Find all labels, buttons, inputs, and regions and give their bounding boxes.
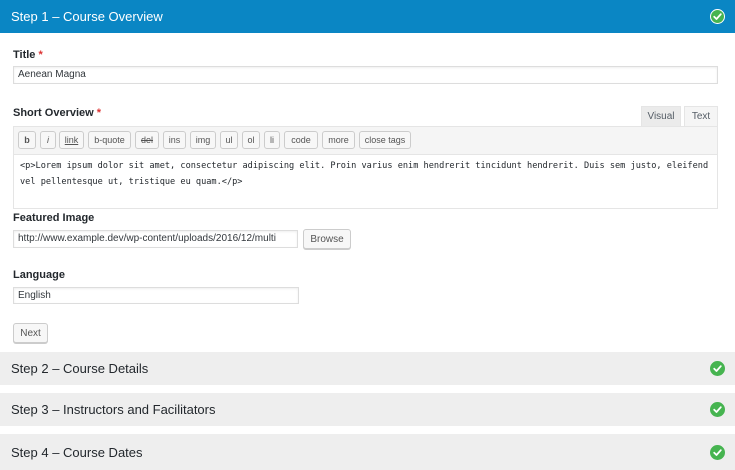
- step-1-header[interactable]: Step 1 – Course Overview: [0, 0, 735, 33]
- qt-ul-button[interactable]: ul: [220, 131, 238, 149]
- next-button[interactable]: Next: [13, 323, 48, 343]
- quicktags-toolbar: b i link b-quote del ins img ul ol li co…: [13, 126, 718, 154]
- short-overview-label: Short Overview *: [13, 107, 102, 119]
- short-overview-textarea[interactable]: <p>Lorem ipsum dolor sit amet, consectet…: [13, 154, 718, 209]
- step-1-title: Step 1 – Course Overview: [11, 9, 163, 24]
- step-4-header[interactable]: Step 4 – Course Dates: [0, 434, 735, 470]
- title-input[interactable]: Aenean Magna: [13, 66, 718, 84]
- language-label: Language: [13, 269, 65, 281]
- tab-visual[interactable]: Visual: [641, 106, 681, 126]
- qt-img-button[interactable]: img: [190, 131, 216, 149]
- qt-bold-button[interactable]: b: [18, 131, 36, 149]
- language-input[interactable]: English: [13, 287, 299, 304]
- check-circle-icon: [710, 444, 725, 460]
- check-circle-icon: [710, 9, 725, 24]
- qt-ins-button[interactable]: ins: [163, 131, 186, 149]
- required-mark: *: [96, 107, 102, 119]
- title-label: Title *: [13, 49, 43, 61]
- check-circle-icon: [710, 361, 725, 376]
- featured-image-input[interactable]: http://www.example.dev/wp-content/upload…: [13, 230, 298, 248]
- qt-more-button[interactable]: more: [322, 131, 355, 149]
- check-circle-icon: [710, 402, 725, 417]
- qt-close-tags-button[interactable]: close tags: [359, 131, 411, 149]
- featured-image-label: Featured Image: [13, 212, 95, 224]
- browse-button[interactable]: Browse: [303, 229, 351, 249]
- qt-li-button[interactable]: li: [264, 131, 280, 149]
- step-4-title: Step 4 – Course Dates: [11, 444, 143, 460]
- qt-ol-button[interactable]: ol: [242, 131, 260, 149]
- qt-italic-button[interactable]: i: [40, 131, 56, 149]
- required-mark: *: [38, 49, 43, 61]
- qt-del-button[interactable]: del: [135, 131, 159, 149]
- step-2-header[interactable]: Step 2 – Course Details: [0, 352, 735, 385]
- qt-bquote-button[interactable]: b-quote: [88, 131, 131, 149]
- qt-code-button[interactable]: code: [284, 131, 318, 149]
- step-2-title: Step 2 – Course Details: [11, 361, 149, 376]
- tab-text[interactable]: Text: [684, 106, 718, 126]
- step-3-header[interactable]: Step 3 – Instructors and Facilitators: [0, 393, 735, 426]
- qt-link-button[interactable]: link: [59, 131, 84, 149]
- step-3-title: Step 3 – Instructors and Facilitators: [11, 402, 216, 417]
